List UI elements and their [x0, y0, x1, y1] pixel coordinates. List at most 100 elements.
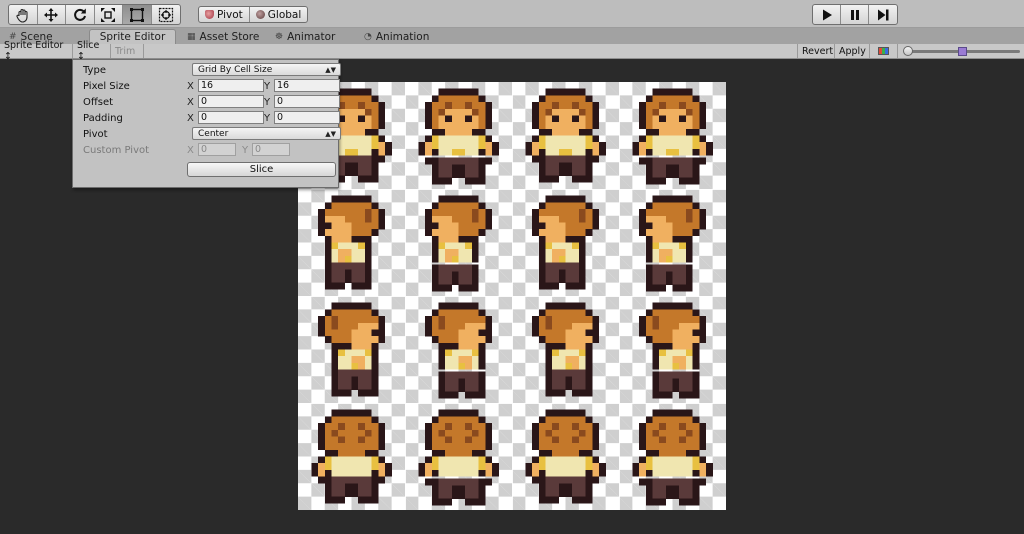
character-sprite [639, 302, 707, 399]
sprite-frame-up-2[interactable] [405, 403, 512, 510]
pivot-button[interactable]: Pivot [199, 7, 250, 22]
pixel-size-row: Pixel Size X 16 Y 16 [78, 79, 340, 93]
dropdown-arrow-icon: ▲▼ [325, 129, 336, 138]
main-toolbar: Pivot Global [0, 0, 1024, 28]
global-label: Global [267, 8, 302, 21]
move-tool-icon [44, 7, 59, 22]
sprite-frame-right-2[interactable] [405, 296, 512, 403]
character-sprite [525, 88, 606, 183]
slice-popup: Type Grid By Cell Size ▲▼ Pixel Size X 1… [72, 59, 341, 188]
custom-pivot-x-field: 0 [198, 143, 236, 156]
padding-y-axis: Y [264, 112, 271, 124]
tab-animation-label: Animation [375, 30, 430, 43]
type-value: Grid By Cell Size [198, 64, 273, 75]
pixel-size-y-axis: Y [264, 80, 271, 92]
offset-row: Offset X 0 Y 0 [78, 95, 340, 109]
scale-tool-button[interactable] [95, 5, 123, 24]
scale-tool-icon [101, 7, 116, 22]
custom-pivot-label: Custom Pivot [83, 144, 150, 156]
offset-label: Offset [83, 96, 114, 108]
character-sprite [418, 409, 499, 506]
sprite-frame-up-1[interactable] [298, 403, 405, 510]
character-sprite [639, 195, 707, 292]
asset-store-icon: ▦ [187, 31, 196, 42]
pivot-toggle-group: Pivot Global [198, 6, 309, 23]
revert-button[interactable]: Revert [797, 44, 835, 58]
padding-x-axis: X [187, 112, 194, 124]
apply-button[interactable]: Apply [835, 44, 870, 58]
play-icon [822, 9, 832, 20]
pause-icon [850, 9, 859, 20]
offset-x-field[interactable]: 0 [198, 95, 264, 108]
padding-y-field[interactable]: 0 [274, 111, 340, 124]
sprite-frame-left-2[interactable] [405, 189, 512, 296]
slice-button[interactable]: Slice [187, 162, 336, 177]
pixel-size-label: Pixel Size [83, 80, 130, 92]
pivot-dropdown[interactable]: Center ▲▼ [192, 127, 341, 140]
custom-pivot-y-axis: Y [242, 144, 249, 156]
pivot-label: Pivot [217, 8, 243, 21]
character-sprite [311, 409, 392, 504]
offset-y-field[interactable]: 0 [274, 95, 340, 108]
sprite-frame-right-3[interactable] [512, 296, 619, 403]
sprite-frame-left-4[interactable] [619, 189, 726, 296]
character-sprite [425, 195, 493, 292]
hand-tool-button[interactable] [9, 5, 38, 24]
character-sprite [632, 88, 713, 185]
tab-animator-label: Animator [287, 30, 336, 43]
sprite-frame-down-4[interactable] [619, 82, 726, 189]
offset-y-axis: Y [264, 96, 271, 108]
slice-grid-line [298, 403, 726, 404]
sprite-sheet[interactable] [298, 82, 726, 510]
step-button[interactable] [869, 5, 897, 24]
global-button[interactable]: Global [250, 7, 307, 22]
pixel-size-y-field[interactable]: 16 [274, 79, 340, 92]
rect-tool-icon [129, 7, 144, 22]
character-sprite [532, 302, 600, 397]
rotate-tool-button[interactable] [66, 5, 95, 24]
character-sprite [425, 302, 493, 399]
slice-dropdown[interactable]: Slice ↕ [73, 40, 111, 62]
trim-button[interactable]: Trim [111, 44, 144, 58]
transform-tool-button[interactable] [152, 5, 181, 24]
editor-tab-bar: # Scene Sprite Editor ▦ Asset Store ☸ An… [0, 28, 1024, 44]
mipmap-icon [958, 47, 967, 56]
type-dropdown[interactable]: Grid By Cell Size ▲▼ [192, 63, 341, 76]
character-sprite [632, 409, 713, 506]
type-label: Type [83, 64, 106, 76]
sprite-frame-right-4[interactable] [619, 296, 726, 403]
color-channel-icon [878, 47, 889, 55]
animation-icon: ◔ [364, 31, 372, 42]
character-sprite [418, 88, 499, 185]
mode-dropdown[interactable]: Sprite Editor ↕ [0, 40, 73, 62]
sprite-frame-left-3[interactable] [512, 189, 619, 296]
sprite-frame-down-3[interactable] [512, 82, 619, 189]
padding-x-field[interactable]: 0 [198, 111, 264, 124]
sprite-frame-up-3[interactable] [512, 403, 619, 510]
sprite-frame-up-4[interactable] [619, 403, 726, 510]
step-icon [878, 9, 889, 20]
transform-tools [8, 4, 181, 25]
sprite-frame-down-2[interactable] [405, 82, 512, 189]
move-tool-button[interactable] [38, 5, 66, 24]
sprite-frame-right-1[interactable] [298, 296, 405, 403]
tab-animator[interactable]: ☸ Animator [270, 29, 340, 44]
tab-animation[interactable]: ◔ Animation [359, 29, 434, 44]
zoom-slider-thumb[interactable] [903, 46, 913, 56]
tab-asset-store[interactable]: ▦ Asset Store [182, 29, 264, 44]
character-sprite [525, 409, 606, 504]
character-sprite [318, 302, 386, 397]
tab-sprite-editor-label: Sprite Editor [99, 31, 166, 43]
sprite-frame-left-1[interactable] [298, 189, 405, 296]
character-sprite [532, 195, 600, 290]
sprite-editor-toolbar: Sprite Editor ↕ Slice ↕ Trim Revert Appl… [0, 40, 1024, 62]
pause-button[interactable] [841, 5, 869, 24]
pixel-size-x-field[interactable]: 16 [198, 79, 264, 92]
offset-x-axis: X [187, 96, 194, 108]
pixel-size-x-axis: X [187, 80, 194, 92]
tab-asset-store-label: Asset Store [199, 30, 260, 43]
play-button[interactable] [813, 5, 841, 24]
color-channel-toggle[interactable] [870, 44, 898, 58]
rect-tool-button[interactable] [123, 5, 152, 24]
animator-icon: ☸ [275, 31, 284, 42]
